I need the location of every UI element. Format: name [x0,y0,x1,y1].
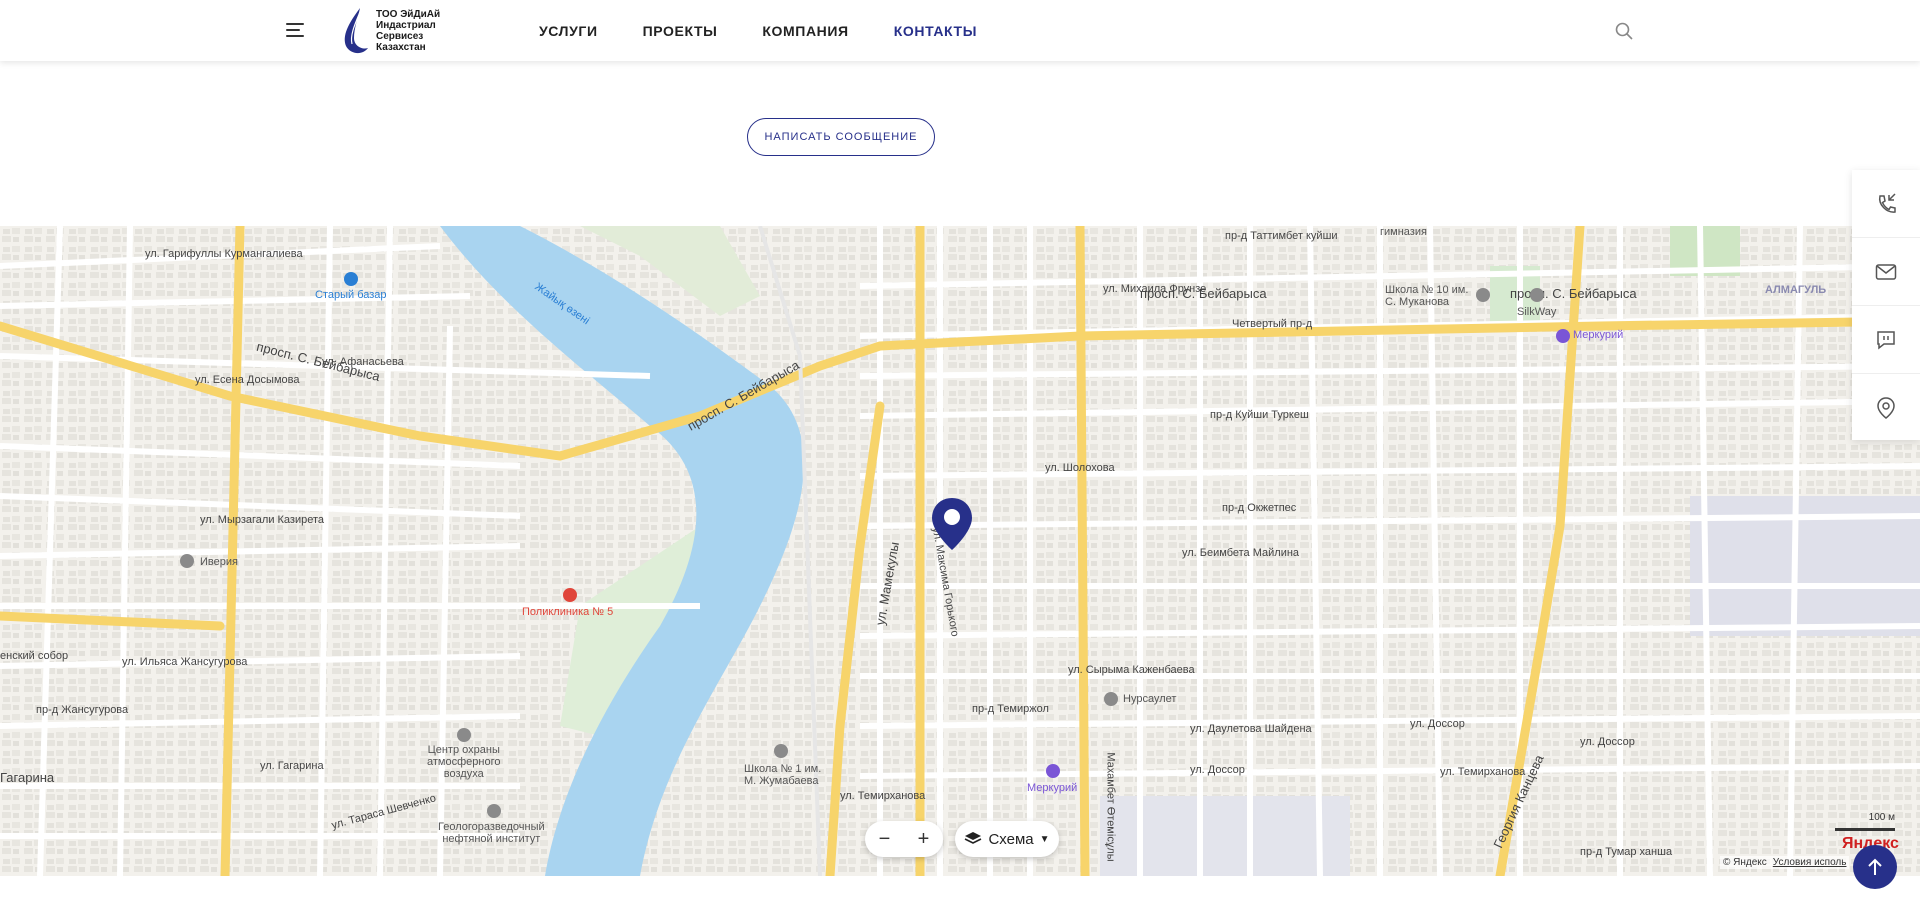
nav-projects[interactable]: ПРОЕКТЫ [643,23,718,39]
zoom-control: − + [865,821,943,857]
email-button[interactable] [1852,238,1920,306]
hamburger-icon[interactable] [286,22,304,38]
nav-company[interactable]: КОМПАНИЯ [762,23,848,39]
building-icon[interactable] [457,728,471,742]
zoom-in-button[interactable]: + [904,821,943,857]
location-icon [1877,396,1895,419]
arrow-up-icon [1868,858,1882,875]
map-layers-button[interactable]: Схема ▼ [955,821,1059,857]
nav-contacts[interactable]: КОНТАКТЫ [894,23,977,39]
terms-link[interactable]: Условия исполь [1773,857,1847,868]
logo-drop-icon [344,8,368,54]
company-logo[interactable]: ТОО ЭйДиАй Индастриал Сервисез Казахстан [340,6,450,56]
hospital-icon[interactable] [563,588,577,602]
church-icon[interactable] [180,554,194,568]
school-10-icon[interactable] [1476,288,1490,302]
chevron-down-icon: ▼ [1039,833,1050,845]
silkway-icon[interactable] [1530,288,1544,302]
map-copyright: © Яндекс Условия исполь [1720,856,1850,869]
institute-icon[interactable] [487,804,501,818]
location-button[interactable] [1852,374,1920,441]
phone-icon [1878,192,1896,213]
chat-button[interactable] [1852,306,1920,374]
map-scale-bar [1835,828,1895,831]
contact-side-panel [1852,170,1920,440]
map-widget[interactable]: Жайық өзені просп. С. Бейбарыса просп. С… [0,226,1920,876]
shopping-icon[interactable] [1046,764,1060,778]
mail-icon [1875,263,1897,280]
call-button[interactable] [1852,170,1920,238]
nav-services[interactable]: УСЛУГИ [539,23,598,39]
location-pin-icon[interactable] [930,496,974,552]
shopping-icon-2[interactable] [1556,329,1570,343]
write-message-button[interactable]: НАПИСАТЬ СООБЩЕНИЕ [747,118,935,156]
copyright-text: © Яндекс [1723,857,1767,868]
scroll-to-top-button[interactable] [1853,845,1897,889]
logo-text: ТОО ЭйДиАй Индастриал Сервисез Казахстан [376,9,441,53]
zoom-out-button[interactable]: − [865,821,904,857]
chat-icon [1877,330,1895,350]
bazaar-icon[interactable] [344,272,358,286]
school-icon[interactable] [774,744,788,758]
site-header: ТОО ЭйДиАй Индастриал Сервисез Казахстан… [0,0,1920,61]
search-icon[interactable] [1615,22,1633,40]
map-scale-label: 100 м [1868,812,1895,823]
layers-icon [965,832,982,844]
layers-label: Схема [988,830,1034,848]
nursaulet-icon[interactable] [1104,692,1118,706]
main-nav: УСЛУГИ ПРОЕКТЫ КОМПАНИЯ КОНТАКТЫ [539,0,1022,61]
